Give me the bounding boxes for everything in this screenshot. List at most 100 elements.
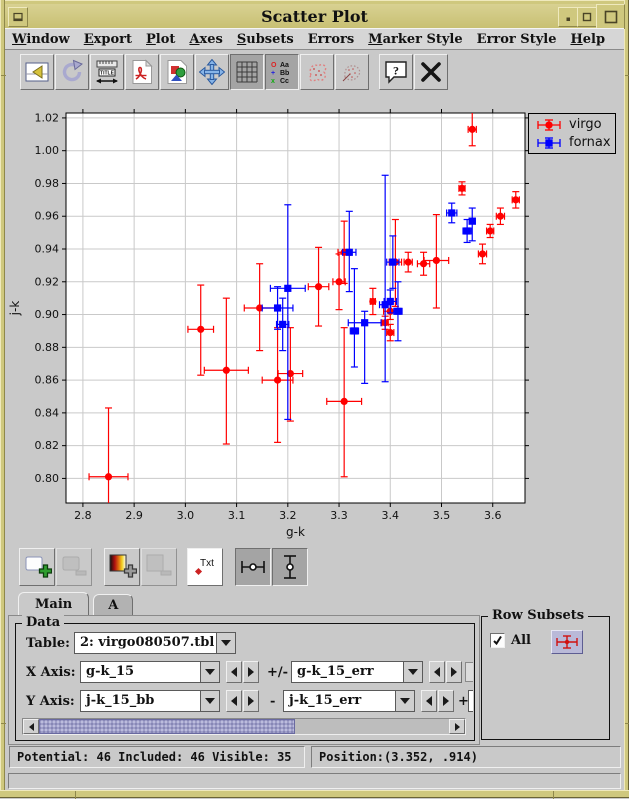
replot-button[interactable] xyxy=(55,54,89,90)
main-toolbar: TITLE OAa+BbxCc? xyxy=(5,50,624,94)
menu-plot[interactable]: Plot xyxy=(146,32,175,47)
x-error-next-button[interactable] xyxy=(446,661,462,683)
chevron-down-icon[interactable] xyxy=(200,691,219,711)
tab-content-panel: Data Table: 2: virgo080507.tbl X Axis: g… xyxy=(8,615,480,745)
x-log-checkbox-clipped[interactable] xyxy=(465,662,473,682)
x-errorbar-toggle-button[interactable] xyxy=(235,548,271,586)
y-error-select-value: j-k_15_err xyxy=(284,691,395,711)
rescale-button[interactable] xyxy=(195,54,229,90)
subset-all-checkbox[interactable] xyxy=(490,633,505,648)
y-errorbar-toggle-icon xyxy=(275,552,305,582)
annotate-button[interactable]: Txt xyxy=(187,548,223,586)
menu-errors[interactable]: Errors xyxy=(308,32,354,47)
x-axis-prev-button[interactable] xyxy=(226,661,242,683)
table-select[interactable]: 2: virgo080507.tbl xyxy=(74,632,236,654)
x-error-operator: +/- xyxy=(267,665,288,680)
scrollbar-left-arrow[interactable] xyxy=(23,719,39,734)
x-axis-next-button[interactable] xyxy=(243,661,259,683)
position-readout: Position:(3.352, .914) xyxy=(311,746,621,768)
menu-help[interactable]: Help xyxy=(570,32,605,47)
menu-subsets[interactable]: Subsets xyxy=(237,32,294,47)
chevron-down-icon[interactable] xyxy=(395,691,414,711)
tab-main[interactable]: Main xyxy=(18,592,89,616)
plot-legend: virgo fornax xyxy=(528,113,616,154)
menu-export[interactable]: Export xyxy=(84,32,132,47)
x-axis-title: g-k xyxy=(286,525,305,539)
maximize-icon xyxy=(581,11,593,23)
y-axis-select[interactable]: j-k_15_bb xyxy=(80,690,220,712)
data-panel-scrollbar[interactable] xyxy=(22,718,466,735)
data-panel: Data Table: 2: virgo080507.tbl X Axis: g… xyxy=(15,623,475,741)
close-icon xyxy=(418,59,444,85)
svg-text:+: + xyxy=(271,70,275,77)
restore-window-button[interactable] xyxy=(8,7,28,27)
y-tick-label: 0.86 xyxy=(35,374,60,387)
add-marker-style-button[interactable] xyxy=(104,548,140,586)
y-errorbar-toggle-button[interactable] xyxy=(272,548,308,586)
remove-dataset-button[interactable] xyxy=(56,548,92,586)
chevron-down-icon[interactable] xyxy=(216,633,235,653)
y-axis-select-value: j-k_15_bb xyxy=(81,691,200,711)
blob-region-button[interactable] xyxy=(300,54,334,90)
x-tick-label: 3.1 xyxy=(228,509,246,522)
menu-error-style[interactable]: Error Style xyxy=(477,32,557,47)
svg-text:TITLE: TITLE xyxy=(100,71,115,77)
menu-axes[interactable]: Axes xyxy=(189,32,222,47)
close-box-button[interactable] xyxy=(596,4,625,29)
menu-window[interactable]: Window xyxy=(12,32,70,47)
blob-subset-icon xyxy=(339,59,365,85)
count-status: Potential: 46 Included: 46 Visible: 35 xyxy=(9,746,305,768)
iconify-button[interactable] xyxy=(558,7,578,27)
svg-text:O: O xyxy=(271,62,277,69)
export-image-button[interactable] xyxy=(160,54,194,90)
y-axis-prev-button[interactable] xyxy=(226,690,242,712)
x-axis-select-value: g-k_15 xyxy=(81,662,200,682)
chevron-down-icon[interactable] xyxy=(403,662,422,682)
scrollbar-thumb[interactable] xyxy=(39,719,295,734)
y-error-plus-select-clipped[interactable]: j- xyxy=(468,690,473,712)
legend-item-virgo: virgo xyxy=(534,117,615,133)
x-error-prev-button[interactable] xyxy=(429,661,445,683)
x-tick-label: 3.5 xyxy=(433,509,451,522)
y-axis-title: j-k xyxy=(8,301,22,317)
x-axis-select[interactable]: g-k_15 xyxy=(80,661,220,683)
close-button[interactable] xyxy=(414,54,448,90)
title-bar[interactable]: Scatter Plot xyxy=(5,4,624,29)
grid-toggle-button[interactable] xyxy=(230,54,264,90)
subset-marker-style-button[interactable] xyxy=(551,630,583,654)
scrollbar-right-arrow[interactable] xyxy=(449,719,465,734)
y-tick-label: 0.82 xyxy=(35,439,60,452)
data-panel-title: Data xyxy=(22,615,64,630)
fornax-marker-icon xyxy=(534,135,564,151)
y-tick-label: 1.00 xyxy=(35,144,60,157)
y-tick-label: 0.88 xyxy=(35,341,60,354)
y-error-select[interactable]: j-k_15_err xyxy=(283,690,415,712)
y-axis-next-button[interactable] xyxy=(243,690,259,712)
maximize-button[interactable] xyxy=(577,7,597,27)
table-label: Table: xyxy=(26,636,70,651)
y-error-prev-button[interactable] xyxy=(421,690,437,712)
chevron-down-icon[interactable] xyxy=(200,662,219,682)
forward-window-icon xyxy=(24,59,50,85)
export-pdf-button[interactable] xyxy=(125,54,159,90)
axis-edit-button[interactable]: TITLE xyxy=(90,54,124,90)
legend-toggle-button[interactable]: OAa+BbxCc xyxy=(265,54,299,90)
x-error-select[interactable]: g-k_15_err xyxy=(291,661,423,683)
export-pdf-icon xyxy=(129,59,155,85)
legend-label-fornax: fornax xyxy=(569,135,611,150)
remove-marker-style-button[interactable] xyxy=(141,548,177,586)
menu-marker-style[interactable]: Marker Style xyxy=(368,32,462,47)
add-dataset-button[interactable] xyxy=(19,548,55,586)
help-button[interactable]: ? xyxy=(379,54,413,90)
window-frame-right xyxy=(624,0,629,798)
add-dataset-icon xyxy=(22,552,52,582)
annotate-icon: Txt xyxy=(190,552,220,582)
y-error-next-button[interactable] xyxy=(438,690,454,712)
tab-strip: Main A xyxy=(8,592,133,616)
blob-subset-button[interactable] xyxy=(335,54,369,90)
tab-a[interactable]: A xyxy=(93,594,133,616)
forward-window-button[interactable] xyxy=(20,54,54,90)
scatter-plot-canvas[interactable]: 2.82.93.03.13.23.33.43.53.60.800.820.840… xyxy=(5,94,624,544)
svg-text:Txt: Txt xyxy=(200,558,214,569)
y-tick-label: 0.84 xyxy=(35,406,60,419)
